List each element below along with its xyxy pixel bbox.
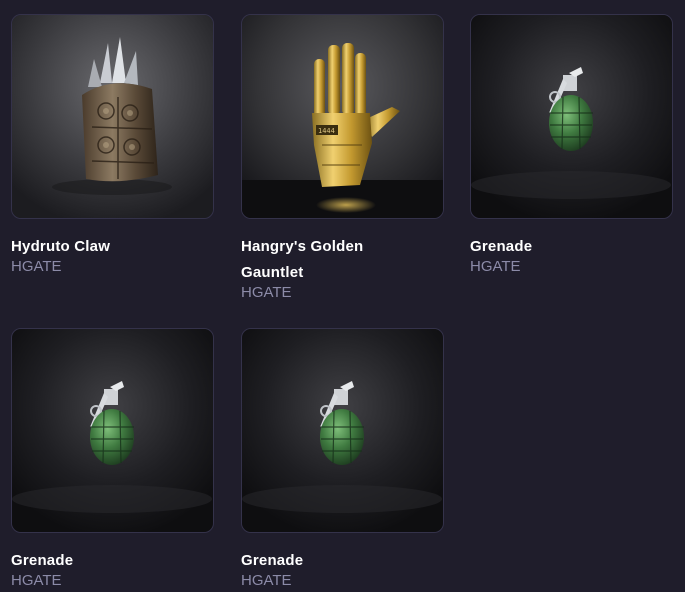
golden-gauntlet-icon: 1444: [242, 15, 443, 218]
nft-collection: HGATE: [241, 284, 292, 301]
nft-collection: HGATE: [11, 572, 62, 589]
nft-grid: Hydruto Claw HGATE 1444 Hangry's Golden …: [0, 0, 685, 592]
grenade-icon: [471, 15, 672, 218]
nft-card[interactable]: Grenade HGATE: [241, 328, 444, 591]
grenade-icon: [242, 329, 443, 532]
nft-card[interactable]: Hydruto Claw HGATE: [11, 14, 214, 277]
nft-thumbnail[interactable]: [11, 14, 214, 219]
nft-thumbnail[interactable]: [11, 328, 214, 533]
nft-title[interactable]: Hangry's Golden Gauntlet: [241, 234, 421, 286]
nft-thumbnail[interactable]: [241, 328, 444, 533]
claw-crown-icon: [12, 15, 213, 218]
nft-card[interactable]: Grenade HGATE: [11, 328, 214, 591]
nft-thumbnail[interactable]: [470, 14, 673, 219]
svg-text:1444: 1444: [318, 127, 335, 135]
grenade-icon: [12, 329, 213, 532]
nft-card[interactable]: 1444 Hangry's Golden Gauntlet HGATE: [241, 14, 444, 303]
nft-collection: HGATE: [11, 258, 62, 275]
nft-thumbnail[interactable]: 1444: [241, 14, 444, 219]
nft-card[interactable]: Grenade HGATE: [470, 14, 673, 277]
nft-collection: HGATE: [470, 258, 521, 275]
nft-collection: HGATE: [241, 572, 292, 589]
